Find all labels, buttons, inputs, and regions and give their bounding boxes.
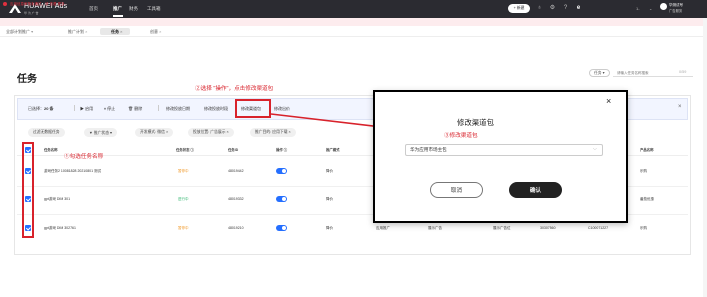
col-product-name[interactable]: 产品名称 <box>640 147 654 152</box>
stop-button[interactable]: ⏸ 停止 <box>104 106 115 112</box>
task-name-cell[interactable]: gpt游戏 DIM 302761 <box>44 226 76 231</box>
status-badge: 进行中 <box>178 197 189 201</box>
delete-button[interactable]: 🗑 删除 <box>128 106 142 112</box>
selected-count: 已选择：20 条 <box>28 106 54 111</box>
product-name-cell: 番茄优惠 <box>640 197 654 201</box>
top-navbar <box>0 0 707 18</box>
nav-finance[interactable]: 财务 <box>129 6 138 12</box>
close-icon[interactable]: × <box>678 104 682 110</box>
task-id-cell: 48019210 <box>228 226 244 230</box>
notice-text[interactable]: 应用信息审核未通过，请 查看 更多... <box>10 2 67 7</box>
ad-slot-cell: 展示广告位 <box>493 226 511 230</box>
chevron-down-icon[interactable]: ⌄ <box>649 6 652 11</box>
scrollbar[interactable] <box>703 18 707 297</box>
brand-subtitle: 华 为 广 告 <box>24 11 39 15</box>
promo-mode-cell: 降价 <box>326 169 333 173</box>
edit-channel-dialog <box>373 90 628 223</box>
col-promo-mode[interactable]: 推广模式 <box>326 147 340 152</box>
divider <box>158 105 159 111</box>
create-button[interactable]: + 新建 <box>508 4 530 13</box>
tab-all-plans[interactable]: 全部计划推广 ▾ <box>6 29 33 35</box>
promo-mode-cell: 降价 <box>326 226 333 230</box>
settings-icon[interactable]: ⚙ <box>548 4 557 13</box>
edit-bid-button[interactable]: 修改出价 <box>274 106 290 112</box>
language-icon[interactable]: e <box>574 4 583 13</box>
user-name[interactable]: 1- <box>636 6 640 11</box>
page-title: 任务 <box>17 74 37 85</box>
edit-timeslot-button[interactable]: 修改投放时段 <box>204 106 228 112</box>
task-toggle[interactable] <box>276 168 287 174</box>
enable-button[interactable]: ▶ 启用 <box>80 106 93 112</box>
confirm-button[interactable]: 确认 <box>509 182 562 198</box>
close-icon[interactable]: × <box>606 96 611 106</box>
nav-home[interactable]: 首页 <box>89 6 98 12</box>
task-type-select[interactable]: 任务 ▾ <box>589 69 610 77</box>
task-id-cell: 48019442 <box>228 169 244 173</box>
product-name-cell: 乐购 <box>640 169 647 173</box>
step1-annotation: ①勾选任务名称 <box>64 154 104 160</box>
avatar[interactable] <box>660 3 667 10</box>
plan-id-cell: 30307560 <box>540 226 556 230</box>
app-id-cell: C100071227 <box>588 226 609 230</box>
cancel-button[interactable]: 取消 <box>430 182 483 198</box>
dialog-title: 修改渠道包 <box>457 118 494 127</box>
task-name-cell[interactable]: gpt游戏 DIM 301 <box>44 197 70 202</box>
filter-placement[interactable]: 投放位置: 广告展示 × <box>188 128 234 137</box>
ad-type-cell: 展示广告 <box>428 226 442 230</box>
col-task-id[interactable]: 任务ID <box>228 147 238 152</box>
bell-icon[interactable]: ♁ <box>535 4 544 13</box>
account-type: 广告服务 <box>669 9 683 13</box>
status-badge: 暂停中 <box>178 169 189 173</box>
chevron-down-icon[interactable]: ⌵ <box>593 146 597 152</box>
nav-toolbox[interactable]: 工具箱 <box>147 6 161 12</box>
promo-type-cell: 应用推广 <box>376 226 390 230</box>
edit-date-button[interactable]: 修改投放日期 <box>166 106 190 112</box>
channel-package-value: 华为应用市场主包 <box>410 147 447 152</box>
col-task-name[interactable]: 任务名称 <box>44 147 58 152</box>
notice-bar <box>0 18 707 26</box>
col-task-status[interactable]: 任务状态 ⓘ <box>176 147 194 152</box>
nav-promotion[interactable]: 推广 <box>113 6 122 12</box>
step2-annotation: ②选择 "操作"，点击修改渠道包 <box>195 86 274 92</box>
search-char-count: 0/59 <box>679 70 687 74</box>
task-toggle[interactable] <box>276 196 287 202</box>
channel-button-highlight-box <box>235 99 271 118</box>
divider <box>74 105 75 111</box>
filter-status[interactable]: ▼ 推广状态 ▾ <box>84 128 117 137</box>
tab-task[interactable]: 任务 × <box>111 29 122 35</box>
product-name-cell: 乐购 <box>640 226 647 230</box>
step3-annotation: ③修改渠道包 <box>444 133 478 139</box>
col-operation[interactable]: 操作 ⓘ <box>276 147 287 152</box>
task-name-cell[interactable]: 游戏任务2 10081828 20210801 测试 <box>44 169 101 174</box>
filter-dev-mode[interactable]: 开发模式: 微信 × <box>135 128 174 137</box>
filter-no-data[interactable]: 过滤无数据任务 <box>28 128 65 137</box>
tab-plans[interactable]: 推广计划 × <box>68 29 87 35</box>
tab-creative[interactable]: 创意 × <box>150 29 161 35</box>
checkbox-highlight-box <box>22 142 34 238</box>
promo-mode-cell: 降价 <box>326 197 333 201</box>
help-icon[interactable]: ? <box>561 4 570 13</box>
alert-icon <box>3 2 7 6</box>
nav-active-indicator <box>113 15 123 17</box>
task-toggle[interactable] <box>276 225 287 231</box>
filter-purpose[interactable]: 推广目的: 应用下载 × <box>250 128 296 137</box>
task-id-cell: 48019332 <box>228 197 244 201</box>
status-badge: 暂停中 <box>178 226 189 230</box>
